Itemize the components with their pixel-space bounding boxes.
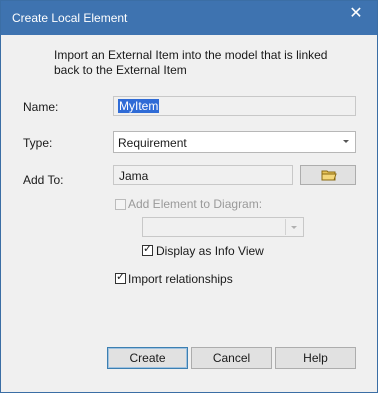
name-field[interactable]: MyItem <box>113 96 356 116</box>
add-to-field[interactable]: Jama <box>113 165 293 185</box>
create-local-element-dialog: Create Local Element ✕ Import an Externa… <box>0 0 378 393</box>
close-icon[interactable]: ✕ <box>341 3 371 27</box>
name-value: MyItem <box>118 99 160 113</box>
add-to-diagram-checkbox[interactable] <box>115 199 126 210</box>
add-to-label: Add To: <box>23 173 64 187</box>
type-label: Type: <box>23 136 53 150</box>
cancel-button[interactable]: Cancel <box>191 347 272 369</box>
create-button[interactable]: Create <box>107 347 188 369</box>
dialog-title: Create Local Element <box>12 11 128 25</box>
help-button[interactable]: Help <box>275 347 356 369</box>
chevron-down-icon <box>291 226 297 229</box>
type-select[interactable]: Requirement <box>113 131 356 153</box>
diagram-select-button[interactable] <box>285 219 302 235</box>
browse-button[interactable] <box>300 165 356 185</box>
add-to-value: Jama <box>119 169 149 183</box>
add-to-diagram-label: Add Element to Diagram: <box>128 197 263 211</box>
import-relationships-checkbox[interactable]: ✓ <box>115 271 126 284</box>
title-bar[interactable]: Create Local Element ✕ <box>1 1 377 35</box>
folder-icon <box>321 170 337 181</box>
display-info-view-label: Display as Info View <box>156 244 264 258</box>
chevron-down-icon <box>343 140 349 143</box>
import-relationships-label: Import relationships <box>128 272 233 286</box>
display-info-view-checkbox[interactable]: ✓ <box>142 243 153 256</box>
checkmark-icon: ✓ <box>116 271 126 283</box>
type-value: Requirement <box>118 136 187 150</box>
intro-text: Import an External Item into the model t… <box>54 48 328 77</box>
name-label: Name: <box>23 100 59 114</box>
checkmark-icon: ✓ <box>143 243 153 255</box>
diagram-select[interactable] <box>142 217 304 237</box>
